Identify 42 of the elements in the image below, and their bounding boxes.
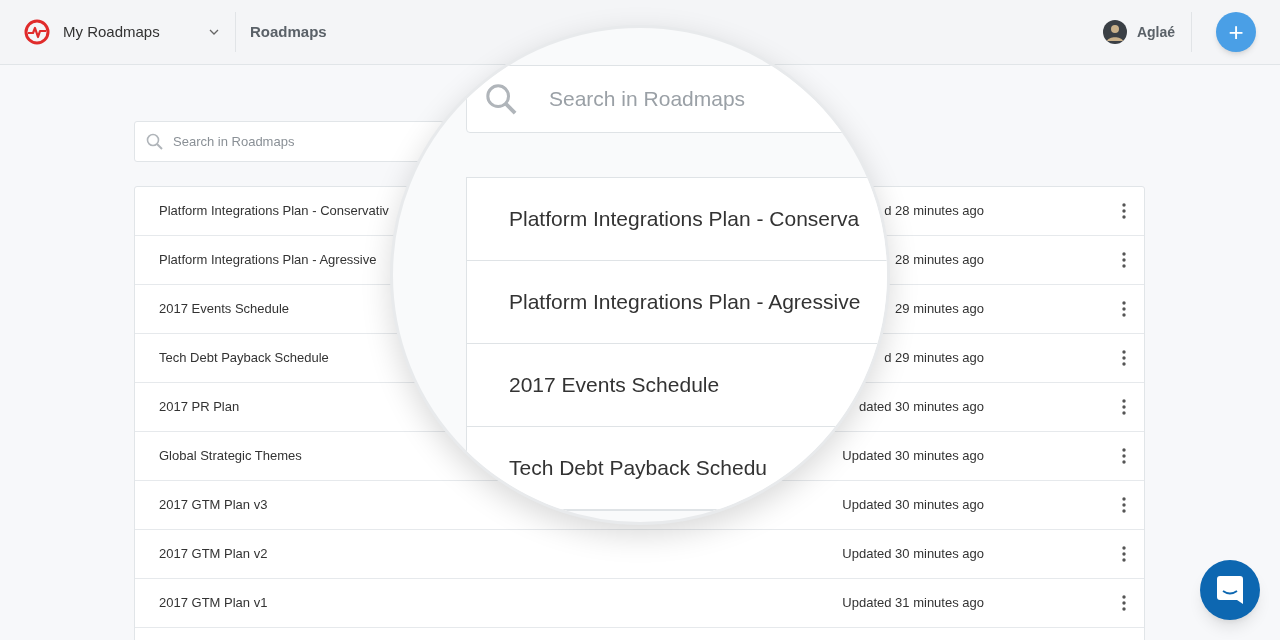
roadmap-name[interactable]: 2017 Events Schedule xyxy=(159,299,290,319)
roadmap-name[interactable]: 2017 GTM Plan v2 xyxy=(159,544,268,564)
search-field[interactable]: Search in Roadmaps xyxy=(134,121,444,162)
more-options-icon[interactable] xyxy=(1122,252,1126,268)
user-name[interactable]: Aglaé xyxy=(1136,21,1175,43)
roadmap-name[interactable]: 2017 PR Plan xyxy=(159,397,240,417)
updated-time: dated 30 minutes ago xyxy=(858,398,984,417)
roadmap-name[interactable]: Platform Integrations Plan - Agressive xyxy=(159,250,377,270)
more-options-icon[interactable] xyxy=(1122,203,1126,219)
more-options-icon[interactable] xyxy=(1122,595,1126,611)
chat-button[interactable] xyxy=(1200,560,1260,620)
updated-time: Updated 30 minutes ago xyxy=(842,545,984,564)
chat-icon xyxy=(1217,576,1243,604)
search-icon xyxy=(146,133,163,150)
more-options-icon[interactable] xyxy=(1122,301,1126,317)
roadmap-name[interactable]: Tech Debt Payback Schedule xyxy=(159,348,329,368)
avatar[interactable] xyxy=(1102,20,1127,44)
chevron-down-icon[interactable] xyxy=(209,29,219,35)
roadmap-name[interactable]: Platform Integrations Plan - Conservativ xyxy=(159,201,389,221)
more-options-icon[interactable] xyxy=(1122,448,1126,464)
zoomed-roadmap-name: Tech Debt Payback Schedu xyxy=(509,455,767,482)
more-options-icon[interactable] xyxy=(1122,399,1126,415)
roadmap-name[interactable]: 2017 GTM Plan v1 xyxy=(159,593,268,613)
search-icon xyxy=(485,83,517,115)
updated-time: Updated 31 minutes ago xyxy=(842,594,984,613)
roadmap-name[interactable]: Global Strategic Themes xyxy=(159,446,302,466)
logo-icon[interactable] xyxy=(24,19,50,45)
zoomed-roadmap-name: Platform Integrations Plan - Conserva xyxy=(509,206,860,233)
updated-time: d 28 minutes ago xyxy=(884,202,984,221)
updated-time: Updated 30 minutes ago xyxy=(842,447,984,466)
zoomed-roadmap-name: Platform Integrations Plan - Agressive xyxy=(509,289,861,316)
updated-time: d 29 minutes ago xyxy=(884,349,984,368)
updated-time: Updated 30 minutes ago xyxy=(842,496,984,515)
more-options-icon[interactable] xyxy=(1122,546,1126,562)
more-options-icon[interactable] xyxy=(1122,497,1126,513)
zoomed-roadmap-name: 2017 Events Schedule xyxy=(509,372,720,399)
page-title: Roadmaps xyxy=(250,21,327,42)
updated-time: 28 minutes ago xyxy=(895,251,984,270)
roadmap-name[interactable]: 2017 GTM Plan v3 xyxy=(159,495,268,515)
updated-time: 29 minutes ago xyxy=(895,300,984,319)
more-options-icon[interactable] xyxy=(1122,350,1126,366)
workspace-name[interactable]: My Roadmaps xyxy=(63,20,203,44)
